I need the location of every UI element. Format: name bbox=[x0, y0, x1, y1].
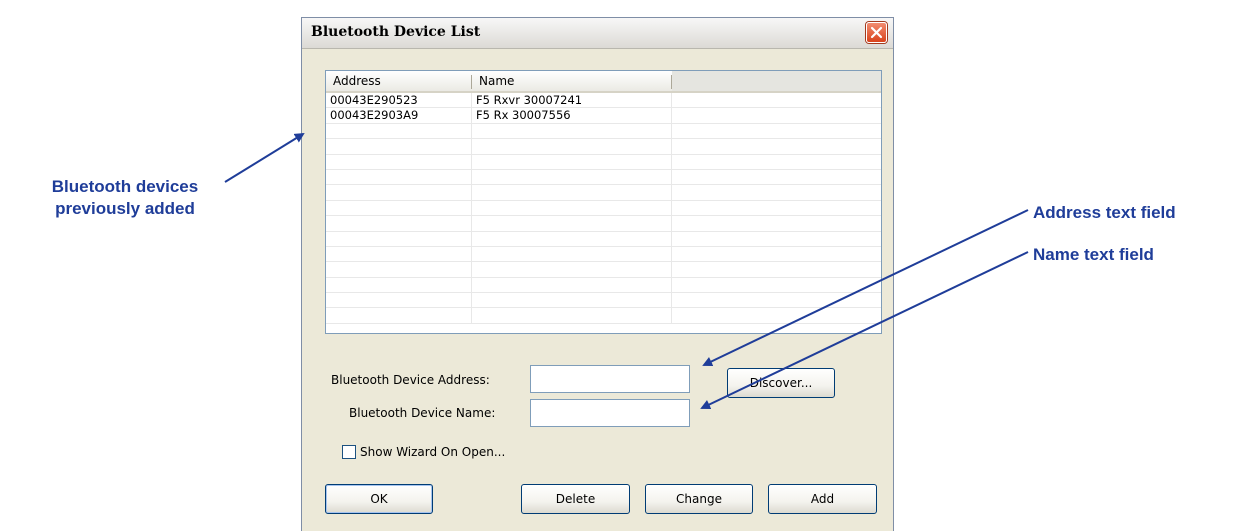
device-list[interactable]: Address Name 00043E290523 F5 Rxvr 300072… bbox=[325, 70, 882, 334]
empty-row bbox=[326, 246, 881, 263]
name-label: Bluetooth Device Name: bbox=[349, 406, 496, 420]
device-name-cell: F5 Rxvr 30007241 bbox=[472, 93, 672, 108]
column-header-name[interactable]: Name bbox=[472, 71, 672, 93]
empty-row bbox=[326, 277, 881, 294]
name-input[interactable] bbox=[530, 399, 690, 427]
empty-row bbox=[326, 200, 881, 217]
empty-row bbox=[326, 293, 881, 309]
delete-button[interactable]: Delete bbox=[521, 484, 630, 514]
device-address-cell: 00043E290523 bbox=[326, 93, 472, 108]
empty-cell bbox=[672, 93, 881, 107]
show-wizard-checkbox[interactable] bbox=[342, 445, 356, 459]
empty-cell bbox=[672, 108, 881, 122]
empty-row bbox=[326, 154, 881, 170]
empty-row bbox=[326, 231, 881, 247]
ok-button[interactable]: OK bbox=[325, 484, 433, 514]
device-address-cell: 00043E2903A9 bbox=[326, 108, 472, 123]
column-header-empty bbox=[672, 71, 881, 93]
address-label: Bluetooth Device Address: bbox=[331, 373, 490, 387]
device-name-cell: F5 Rx 30007556 bbox=[472, 108, 672, 123]
device-list-rows: 00043E290523 F5 Rxvr 30007241 00043E2903… bbox=[326, 93, 881, 324]
address-input[interactable] bbox=[530, 365, 690, 393]
devices-arrow bbox=[224, 132, 305, 183]
devices-annotation: Bluetooth devices previously added bbox=[20, 176, 230, 220]
device-list-header: Address Name bbox=[326, 71, 881, 93]
close-button[interactable] bbox=[866, 22, 887, 43]
bluetooth-device-list-dialog: Bluetooth Device List Address Name 00043… bbox=[301, 17, 894, 531]
devices-annotation-line1: Bluetooth devices bbox=[51, 177, 199, 196]
column-header-address[interactable]: Address bbox=[326, 71, 472, 93]
empty-row bbox=[326, 262, 881, 278]
devices-annotation-line2: previously added bbox=[55, 199, 195, 218]
empty-row bbox=[326, 169, 881, 186]
title-bar[interactable]: Bluetooth Device List bbox=[302, 18, 893, 49]
name-field-annotation: Name text field bbox=[1033, 245, 1154, 264]
change-button[interactable]: Change bbox=[645, 484, 753, 514]
address-field-annotation: Address text field bbox=[1033, 203, 1176, 222]
empty-row bbox=[326, 308, 881, 324]
add-button[interactable]: Add bbox=[768, 484, 877, 514]
discover-button[interactable]: Discover... bbox=[727, 368, 835, 398]
empty-row bbox=[326, 123, 881, 140]
close-icon bbox=[870, 26, 883, 39]
empty-row bbox=[326, 216, 881, 232]
empty-row bbox=[326, 185, 881, 201]
empty-row bbox=[326, 139, 881, 155]
show-wizard-label[interactable]: Show Wizard On Open... bbox=[360, 445, 505, 459]
table-row[interactable]: 00043E2903A9 F5 Rx 30007556 bbox=[326, 108, 881, 124]
window-title: Bluetooth Device List bbox=[311, 24, 481, 40]
table-row[interactable]: 00043E290523 F5 Rxvr 30007241 bbox=[326, 93, 881, 109]
